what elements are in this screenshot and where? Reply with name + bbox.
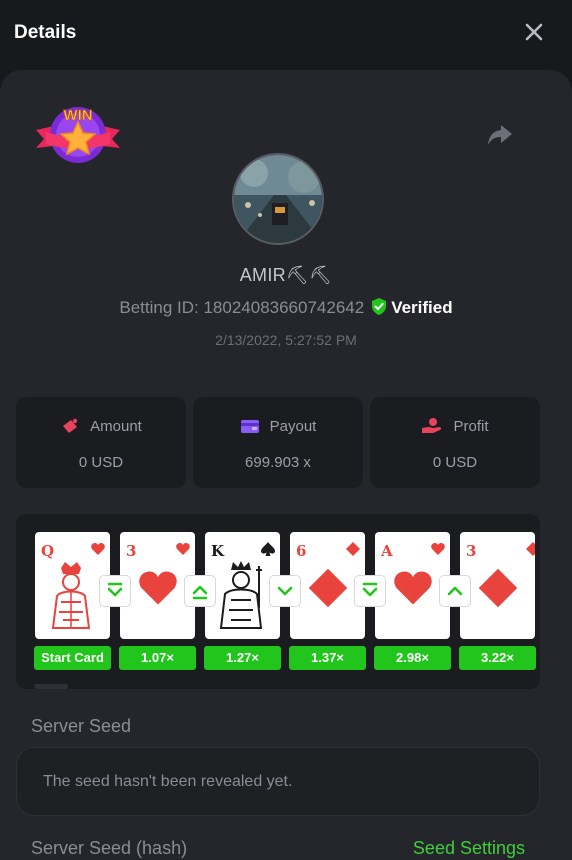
card-rank: A: [381, 542, 393, 560]
multiplier-badge: 1.07×: [119, 646, 196, 670]
card-4: 6: [290, 532, 365, 639]
lower-or-same-icon: [107, 582, 123, 597]
card-rank: 6: [296, 542, 307, 560]
diamond-icon: [346, 542, 360, 556]
card-rank: 3: [126, 542, 137, 560]
close-icon: [525, 23, 543, 41]
profit-hand-icon: [422, 418, 442, 433]
horizontal-scrollbar[interactable]: [34, 684, 68, 689]
amount-label: Amount: [90, 418, 142, 435]
amount-header: Amount: [16, 417, 186, 435]
server-seed-label: Server Seed: [31, 716, 132, 736]
win-badge-icon: WIN: [36, 107, 120, 163]
multiplier-badge: 1.37×: [289, 646, 366, 670]
avatar-image: [234, 155, 322, 243]
guess-indicator: [100, 576, 130, 606]
close-button[interactable]: [520, 18, 548, 46]
profit-card: Profit 0 USD: [370, 397, 540, 488]
diamond-icon: [308, 568, 348, 608]
payout-value: 699.903 x: [245, 454, 311, 471]
shield-check-icon: [372, 298, 387, 315]
multiplier-badge: 1.27×: [204, 646, 281, 670]
payout-label: Payout: [269, 418, 317, 435]
spade-icon: [261, 542, 275, 556]
payout-card: Payout 699.903 x: [193, 397, 363, 488]
verified-label: Verified: [391, 298, 453, 317]
heart-icon: [176, 543, 190, 555]
start-card-label: Start Card: [34, 646, 111, 670]
heart-icon: [91, 543, 105, 555]
amount-icon: [63, 418, 78, 433]
profit-label: Profit: [453, 418, 489, 435]
heart-icon: [394, 571, 432, 605]
card-history[interactable]: Q Start Card 3 1.07× K 1.27× 6 1.37× A 2…: [16, 514, 540, 689]
guess-indicator: [440, 576, 470, 606]
diamond-icon: [526, 542, 535, 556]
betting-id: Betting ID: 18024083660742642: [119, 298, 365, 317]
card-3: K: [205, 532, 280, 639]
guess-indicator: [185, 576, 215, 606]
username: AMIR⛏⛏: [239, 265, 333, 285]
betting-id-row: Betting ID: 18024083660742642 Verified: [0, 297, 572, 318]
payout-header: Payout: [193, 417, 363, 435]
card-1: Q: [35, 532, 110, 639]
avatar: [232, 153, 324, 245]
server-seed-hash-label: Server Seed (hash): [31, 838, 188, 858]
multiplier-badge: 3.22×: [459, 646, 536, 670]
diamond-icon: [478, 568, 518, 608]
chevron-up-icon: [447, 586, 463, 596]
king-figure-icon: [219, 561, 263, 629]
lower-or-same-icon: [362, 582, 378, 597]
wallet-icon: [240, 420, 259, 433]
share-icon: [488, 125, 512, 145]
profit-header: Profit: [370, 417, 540, 435]
amount-card: Amount 0 USD: [16, 397, 186, 488]
win-badge-text: WIN: [63, 107, 92, 124]
server-seed-message: The seed hasn't been revealed yet.: [43, 773, 293, 790]
card-rank: 3: [466, 542, 477, 560]
timestamp: 2/13/2022, 5:27:52 PM: [215, 332, 357, 348]
multiplier-badge: 2.98×: [374, 646, 451, 670]
card-2: 3: [120, 532, 195, 639]
win-badge: WIN: [32, 102, 124, 168]
queen-figure-icon: [51, 562, 91, 629]
share-button[interactable]: [486, 122, 514, 148]
card-5: A: [375, 532, 450, 639]
amount-value: 0 USD: [78, 454, 124, 471]
page-title: Details: [14, 22, 77, 43]
guess-indicator: [355, 576, 385, 606]
card-6: 3: [460, 532, 535, 639]
server-seed-box: The seed hasn't been revealed yet.: [16, 747, 540, 816]
header-bar: Details: [0, 0, 572, 68]
profit-value: 0 USD: [432, 454, 478, 471]
guess-indicator: [270, 576, 300, 606]
heart-icon: [431, 543, 445, 555]
higher-or-same-icon: [192, 585, 208, 600]
chevron-down-icon: [277, 586, 293, 596]
heart-icon: [139, 571, 177, 605]
seed-settings-link[interactable]: Seed Settings: [413, 838, 525, 859]
